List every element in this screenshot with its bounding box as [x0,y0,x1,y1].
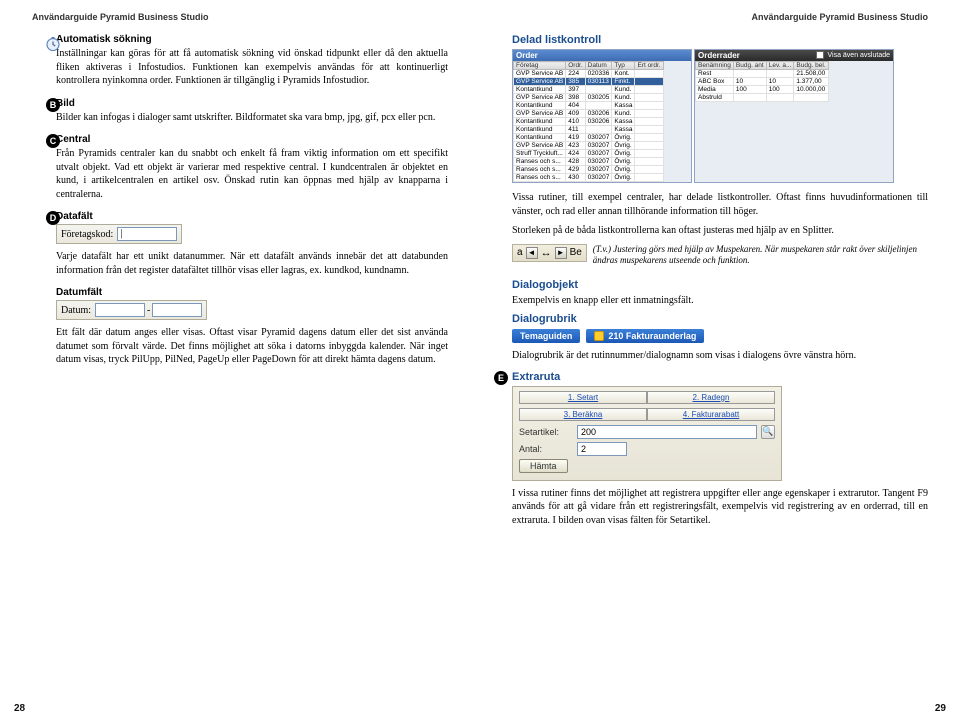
datumfalt-text: Ett fält där datum anges eller visas. Of… [56,326,448,367]
clip-icon [594,331,604,341]
datafalt-text: Varje datafält har ett unikt datanummer.… [56,250,448,277]
order-grid[interactable]: FöretagOrdr.DatumTypErt ordr.GVP Service… [513,61,664,182]
delad-text1: Vissa rutiner, till exempel centraler, h… [512,191,928,218]
orderrader-pane: Orderrader Visa även avslutade Benämning… [694,49,894,183]
dialogobjekt-title: Dialogobjekt [512,279,928,291]
order-pane: Order FöretagOrdr.DatumTypErt ordr.GVP S… [512,49,692,183]
order-pane-title: Order [513,50,691,61]
datumfalt-input-mock: Datum: - [56,300,207,320]
resize-cursor-icon: ↔ [541,247,552,259]
datumfalt-input-field2[interactable] [152,303,202,317]
header-left: Användarguide Pyramid Business Studio [32,12,448,22]
splitter-figure: a ◄ ↔ ► Be [512,244,587,262]
dialogrubrik-figure: Temaguiden 210 Fakturaunderlag [512,329,928,343]
datafalt-input-label: Företagskod: [61,229,113,240]
splitter-note: (T.v.) Justering görs med hjälp av Muspe… [593,244,928,267]
orderrader-pane-title: Orderrader Visa även avslutade [695,50,893,61]
listkontroll-figure: Order FöretagOrdr.DatumTypErt ordr.GVP S… [512,49,928,183]
antal-field[interactable]: 2 [577,442,627,456]
datumfalt-title: Datumfält [56,287,448,298]
page-number-right: 29 [935,703,946,714]
dialogobjekt-text: Exempelvis en knapp eller ett inmatnings… [512,294,928,308]
page-number-left: 28 [14,703,25,714]
header-right: Användarguide Pyramid Business Studio [512,12,928,22]
clock-icon [44,34,62,52]
extraruta-tab-3[interactable]: 3. Beräkna [519,408,647,420]
delad-text2: Storleken på de båda listkontrollerna ka… [512,224,928,238]
extraruta-text: I vissa rutiner finns det möjlighet att … [512,487,928,528]
letter-d-badge: D [46,211,60,225]
extraruta-tab-2[interactable]: 2. Radegn [647,391,775,403]
orderrader-grid[interactable]: BenämningBudg. antLev. a...Budg. bel.Res… [695,61,829,102]
datafalt-input-field[interactable]: | [117,227,177,241]
antal-label: Antal: [519,444,573,454]
datumfalt-input-label: Datum: [61,305,91,316]
page-right: Användarguide Pyramid Business Studio De… [480,0,960,722]
show-finished-checkbox[interactable] [816,51,824,59]
search-icon[interactable]: 🔍 [761,425,775,439]
bild-title: Bild [56,98,448,109]
splitter-btn-left[interactable]: ◄ [526,247,538,259]
auto-search-title: Automatisk sökning [56,34,448,45]
delad-title: Delad listkontroll [512,34,928,46]
letter-c-badge: C [46,134,60,148]
dialogrubrik-title: Dialogrubrik [512,313,928,325]
extraruta-title: Extraruta [512,371,928,383]
central-title: Central [56,134,448,145]
datafalt-title: Datafält [56,211,448,222]
hamta-button[interactable]: Hämta [519,459,568,473]
central-text: Från Pyramids centraler kan du snabbt oc… [56,147,448,201]
datumfalt-input-field1[interactable] [95,303,145,317]
bild-text: Bilder kan infogas i dialoger samt utskr… [56,111,448,125]
auto-search-text: Inställningar kan göras för att få autom… [56,47,448,88]
dialogrubrik-item-2: 210 Fakturaunderlag [586,329,704,343]
extraruta-figure: 1. Setart 2. Radegn 3. Beräkna 4. Faktur… [512,386,782,481]
letter-b-badge: B [46,98,60,112]
extraruta-tab-1[interactable]: 1. Setart [519,391,647,403]
dialogrubrik-text: Dialogrubrik är det rutinnummer/dialogna… [512,349,928,363]
datafalt-input-mock: Företagskod: | [56,224,182,244]
letter-e-badge: E [494,371,508,385]
extraruta-tab-4[interactable]: 4. Fakturarabatt [647,408,775,420]
setartikel-field[interactable]: 200 [577,425,757,439]
page-left: Användarguide Pyramid Business Studio Au… [0,0,480,722]
setartikel-label: Setartikel: [519,427,573,437]
dialogrubrik-item-1: Temaguiden [512,329,580,343]
splitter-btn-right[interactable]: ► [555,247,567,259]
